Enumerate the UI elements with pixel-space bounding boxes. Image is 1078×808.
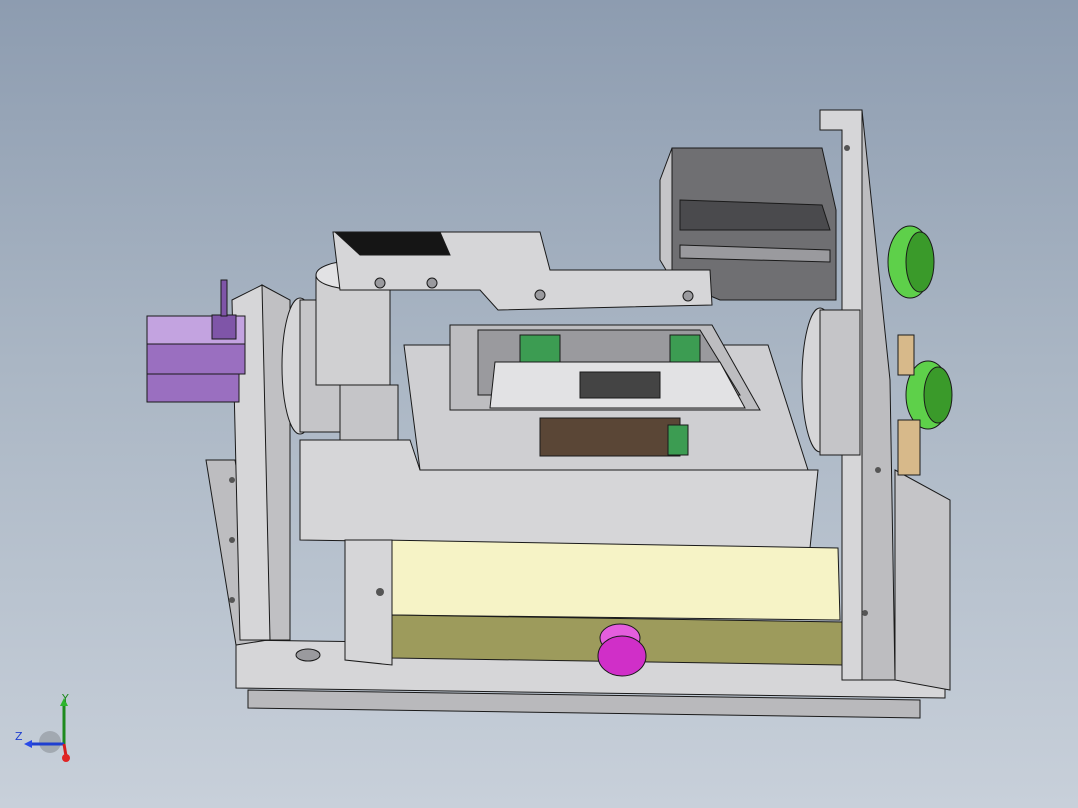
bearing-right[interactable] <box>801 307 861 456</box>
connector-plug[interactable] <box>146 279 246 403</box>
assembly-model[interactable] <box>0 0 1078 808</box>
axis-y-label: Y <box>62 692 69 705</box>
view-orientation-triad[interactable]: Y Z <box>12 692 82 766</box>
triad-axes-icon <box>24 698 70 762</box>
timing-pulley-upper[interactable] <box>887 225 935 299</box>
axis-z-label: Z <box>15 730 23 743</box>
tray-drawer[interactable] <box>344 539 843 666</box>
cad-viewport[interactable]: Y Z <box>0 0 1078 808</box>
